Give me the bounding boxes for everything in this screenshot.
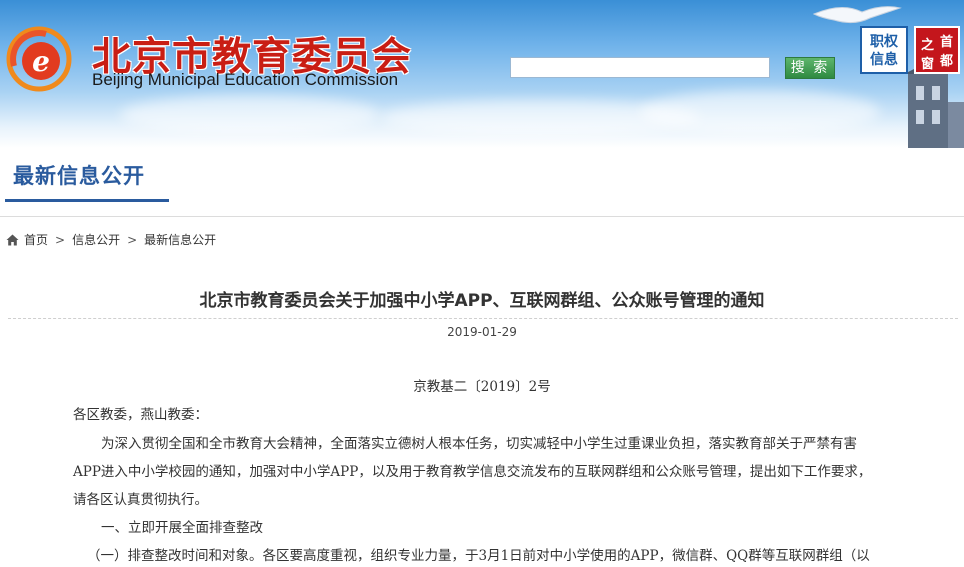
commission-logo-icon[interactable]: e [6,26,72,92]
title-divider [8,318,958,319]
badge-label-line2: 信息 [870,52,898,68]
breadcrumb-home[interactable]: 首页 [24,231,48,248]
cloud-decoration [640,90,880,134]
article-paragraph-line: APP进入中小学校园的通知，加强对中小学APP，以及用于教育教学信息交流发布的互… [73,464,872,480]
tower-illustration-icon [904,62,964,148]
breadcrumb-latest-disclosure[interactable]: 最新信息公开 [144,231,216,248]
section-header: 最新信息公开 [0,148,964,217]
section-underline [5,199,169,202]
zhiquan-info-badge[interactable]: 职权 信息 [860,26,908,74]
svg-text:e: e [32,45,50,78]
article-paragraph-line: （一）排查整改时间和对象。各区要高度重视，组织专业力量，于3月1日前对中小学使用… [87,548,870,564]
badge-char: 窗 [921,57,935,72]
article-paragraph-line: 请各区认真贯彻执行。 [73,492,208,508]
breadcrumb: 首页 > 信息公开 > 最新信息公开 [6,231,216,248]
site-header: e 北京市教育委员会 Beijing Municipal Education C… [0,0,964,148]
site-subtitle-english: Beijing Municipal Education Commission [92,70,399,89]
search-button[interactable]: 搜 索 [785,57,835,79]
badge-char: 都 [940,54,954,69]
section-title: 最新信息公开 [13,164,145,188]
badge-char: 首 [940,35,954,50]
cloud-decoration [120,95,380,135]
article-title: 北京市教育委员会关于加强中小学APP、互联网群组、公众账号管理的通知 [199,291,765,311]
document-number: 京教基二〔2019〕2号 [413,379,551,395]
search-input[interactable] [510,57,770,78]
article-paragraph-line: 为深入贯彻全国和全市教育大会精神，全面落实立德树人根本任务，切实减轻中小学生过重… [101,436,857,452]
article-salutation: 各区教委，燕山教委： [73,407,208,423]
breadcrumb-info-disclosure[interactable]: 信息公开 [72,231,120,248]
capital-window-badge[interactable]: 首 都 之 窗 [914,26,960,74]
badge-label-line1: 职权 [870,34,898,50]
breadcrumb-separator: > [127,232,138,247]
dove-icon [812,6,902,24]
badge-char: 之 [921,38,935,53]
article-date: 2019-01-29 [447,325,517,339]
article-section-heading: 一、立即开展全面排查整改 [101,520,263,536]
breadcrumb-separator: > [55,232,66,247]
home-icon [6,234,19,245]
